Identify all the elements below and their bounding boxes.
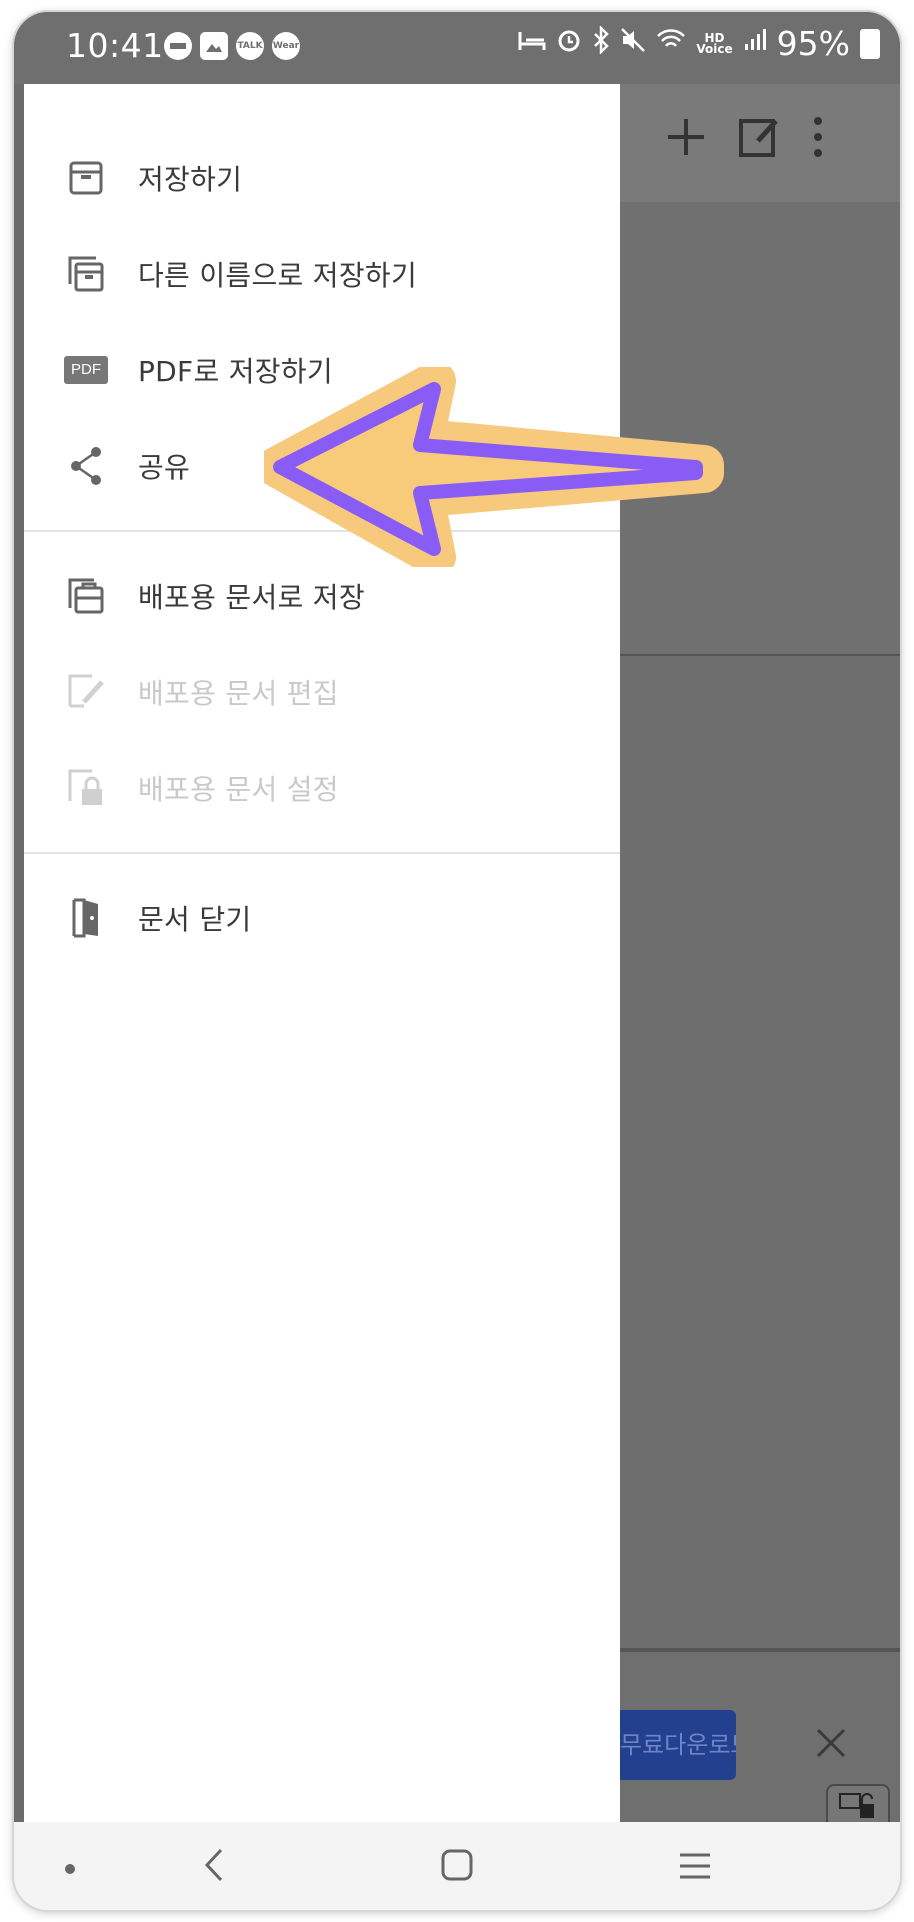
status-time: 10:41: [66, 26, 164, 65]
distribution-save-icon: [64, 574, 108, 618]
ad-download-button[interactable]: 무료다운로드: [620, 1710, 736, 1780]
edit-icon[interactable]: [738, 114, 780, 170]
menu-item-label: 공유: [138, 451, 191, 484]
ad-banner: 무료다운로드: [620, 1650, 900, 1844]
menu-item-label: 저장하기: [138, 163, 243, 196]
save-icon: [64, 156, 108, 200]
menu-item-label: 다른 이름으로 저장하기: [138, 259, 418, 292]
menu-item-label: 배포용 문서로 저장: [138, 581, 365, 614]
signal-icon: [743, 28, 767, 59]
status-bar: 10:41 TALK Wear HD Voice 95%: [14, 12, 900, 84]
distribution-edit-icon: [64, 670, 108, 714]
wear-icon: Wear: [272, 32, 300, 60]
share-icon: [64, 444, 108, 488]
pdf-icon: PDF: [64, 348, 108, 392]
battery-icon: [860, 28, 880, 59]
menu-item-label: 배포용 문서 편집: [138, 677, 339, 710]
add-icon[interactable]: [664, 114, 708, 170]
menu-item-save[interactable]: 저장하기: [24, 132, 620, 224]
mute-icon: [620, 27, 646, 60]
menu-item-edit-distribution: 배포용 문서 편집: [24, 646, 620, 738]
alarm-icon: [556, 27, 582, 60]
hd-voice-icon: HD Voice: [696, 30, 733, 56]
menu-item-label: 배포용 문서 설정: [138, 773, 339, 806]
navigation-bar: [14, 1822, 900, 1910]
document-page: [620, 656, 900, 1650]
highlight-arrow-icon: [264, 367, 724, 567]
bluetooth-icon: [592, 24, 610, 61]
phone-frame: 무료다운로드 10:41 TALK Wear: [14, 12, 900, 1910]
app-toolbar: [620, 82, 900, 204]
gallery-icon: [200, 32, 228, 60]
home-icon[interactable]: [440, 1848, 474, 1886]
more-vert-icon[interactable]: [812, 114, 824, 170]
dot-icon: [64, 1860, 76, 1879]
bed-icon: [518, 28, 546, 59]
wifi-icon: [656, 28, 686, 59]
ad-close-icon[interactable]: [816, 1722, 846, 1768]
back-icon[interactable]: [204, 1848, 224, 1886]
close-document-icon: [64, 896, 108, 940]
battery-percent: 95%: [776, 24, 850, 63]
menu-item-save-as[interactable]: 다른 이름으로 저장하기: [24, 228, 620, 320]
save-as-icon: [64, 252, 108, 296]
pdf-icon-text: PDF: [64, 356, 108, 384]
file-menu-drawer: 저장하기 다른 이름으로 저장하기 PDF PDF로 저장하기 공유 배포용 문…: [24, 84, 620, 1822]
menu-divider: [24, 852, 620, 854]
kakaotalk-icon: TALK: [236, 32, 264, 60]
distribution-lock-icon: [64, 766, 108, 810]
menu-item-label: 문서 닫기: [138, 903, 252, 936]
menu-item-settings-distribution: 배포용 문서 설정: [24, 742, 620, 834]
recent-apps-icon[interactable]: [678, 1852, 712, 1884]
dnd-icon: [164, 32, 192, 60]
menu-item-close-document[interactable]: 문서 닫기: [24, 872, 620, 964]
